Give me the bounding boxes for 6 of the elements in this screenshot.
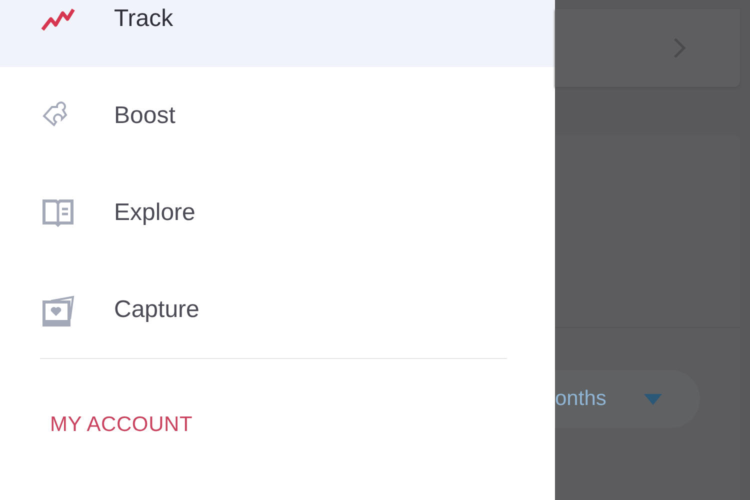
menu-item[interactable]: Track: [0, 0, 555, 67]
menu-item[interactable]: Capture: [0, 261, 555, 358]
menu-item[interactable]: Boost: [0, 67, 555, 164]
menu-item[interactable]: Explore: [0, 164, 555, 261]
section-heading: MY ACCOUNT: [50, 413, 194, 437]
caret-icon: [644, 394, 662, 404]
